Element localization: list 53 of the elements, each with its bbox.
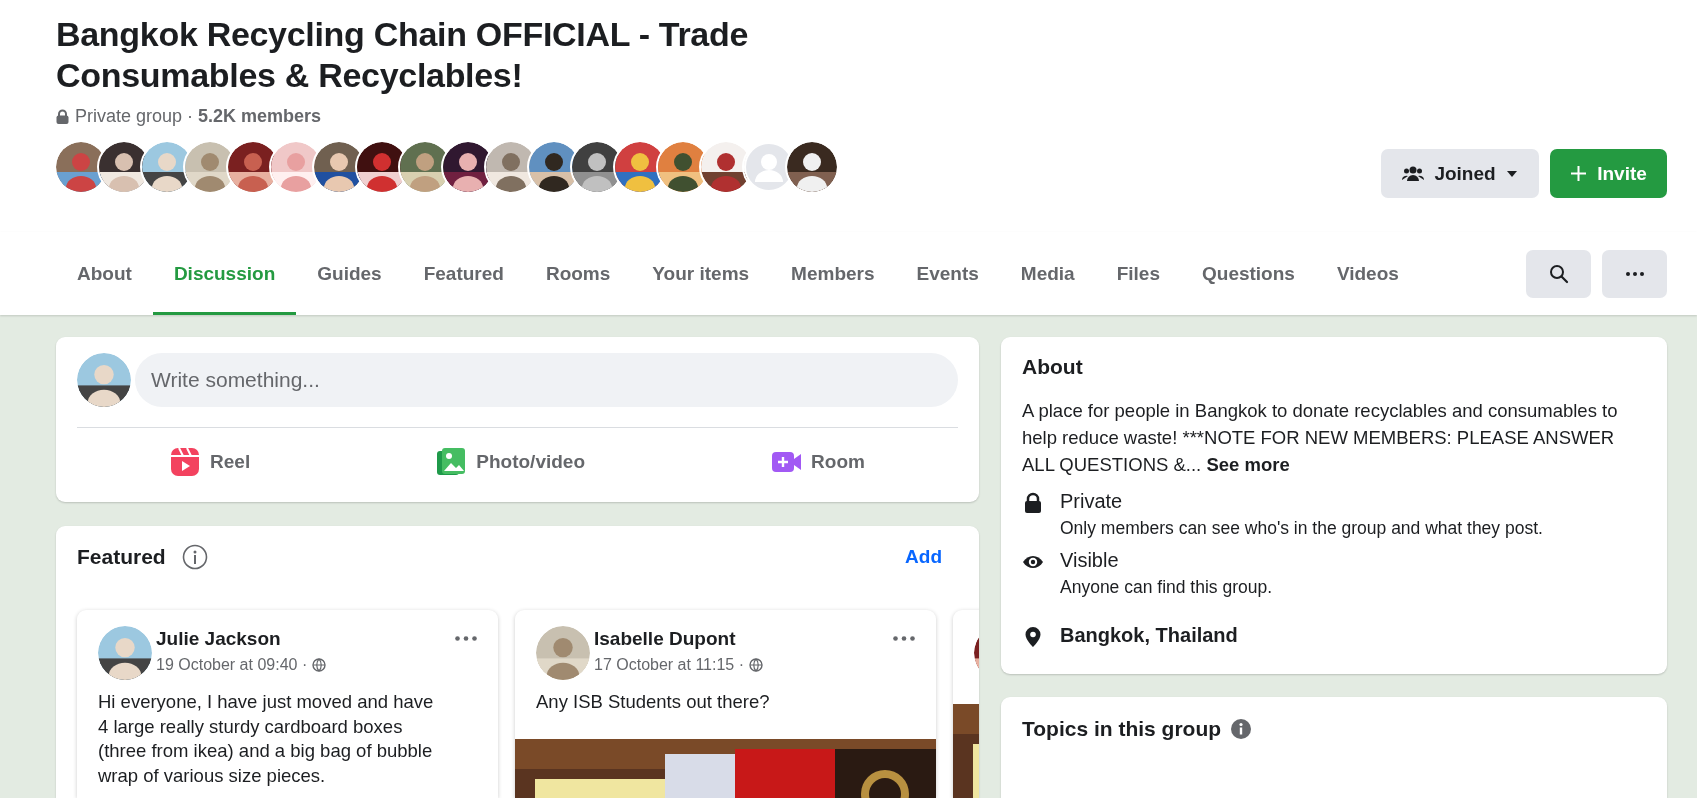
tab[interactable]: Discussion [152,232,297,315]
info-icon [1231,719,1252,739]
section-title: About [1022,355,1084,379]
tab[interactable]: Your items [631,232,771,315]
invite-button[interactable]: Invite [1550,149,1667,198]
more-icon [1625,271,1644,276]
people-icon [1402,164,1425,183]
photo-icon [436,447,467,477]
plus-icon [1570,165,1588,182]
composer-option[interactable]: Photo/video [420,434,601,490]
info-title: Visible [1060,549,1120,572]
tab[interactable]: Media [999,232,1096,315]
author-name[interactable]: Isabelle Dupont [594,628,882,650]
info-title: Bangkok, Thailand [1060,624,1238,647]
tab[interactable]: Files [1095,232,1181,315]
post-time[interactable]: 17 October at 11:15 · [594,656,744,674]
lock-icon [1022,492,1044,514]
globe-icon [749,658,763,672]
search-icon [1548,263,1569,284]
info-title: Private [1060,490,1124,513]
author-name[interactable]: Julie Jackson [156,628,444,650]
search-button[interactable] [1526,249,1591,298]
more-icon[interactable] [455,636,477,641]
info-icon [181,544,208,570]
see-more-link[interactable]: See more [1206,454,1290,475]
section-title: Featured [77,545,166,569]
info-text: Only members can see who's in the group and what they post. [1060,518,1543,539]
tab[interactable]: Questions [1181,232,1316,315]
post-text: Any ISB Students out there? [536,690,771,714]
more-icon[interactable] [893,636,915,641]
globe-icon [312,658,327,672]
tab[interactable]: Videos [1315,232,1420,315]
group-description: A place for people in Bangkok to donate recyclables and consumables to help reduce waste! ***NOTE FOR NEW MEMBERS: PLEASE ANSWER ALL QUESTIONS &... See more [1022,399,1619,477]
post-field[interactable]: Write something... [135,353,958,407]
composer-option[interactable]: Reel [154,434,267,490]
joined-button[interactable]: Joined [1381,149,1539,198]
tab[interactable]: Events [895,232,1000,315]
caret-icon [1505,169,1518,178]
add-link[interactable]: Add [905,546,942,568]
section-title: Topics in this group [1022,717,1222,741]
composer-option[interactable]: Room [755,434,881,490]
info-text: Anyone can find this group. [1060,577,1273,598]
tab[interactable]: Rooms [524,232,632,315]
reel-icon [170,447,201,477]
group-title: Bangkok Recycling Chain OFFICIAL - Trade Consumables & Recyclables! [56,14,750,96]
tab[interactable]: About [56,232,153,315]
tab[interactable]: Featured [402,232,525,315]
tab[interactable]: Members [770,232,896,315]
lock-icon [56,109,69,124]
post-time[interactable]: 19 October at 09:40 · [156,656,308,674]
post-text: Hi everyone, I have just moved and have 4 large really sturdy cardboard boxes (three from ikea) and a big bag of bubble wrap of various size pieces. [98,690,435,788]
group-info: Private group · 5.2K members [75,106,322,127]
tab[interactable]: Guides [296,232,403,315]
